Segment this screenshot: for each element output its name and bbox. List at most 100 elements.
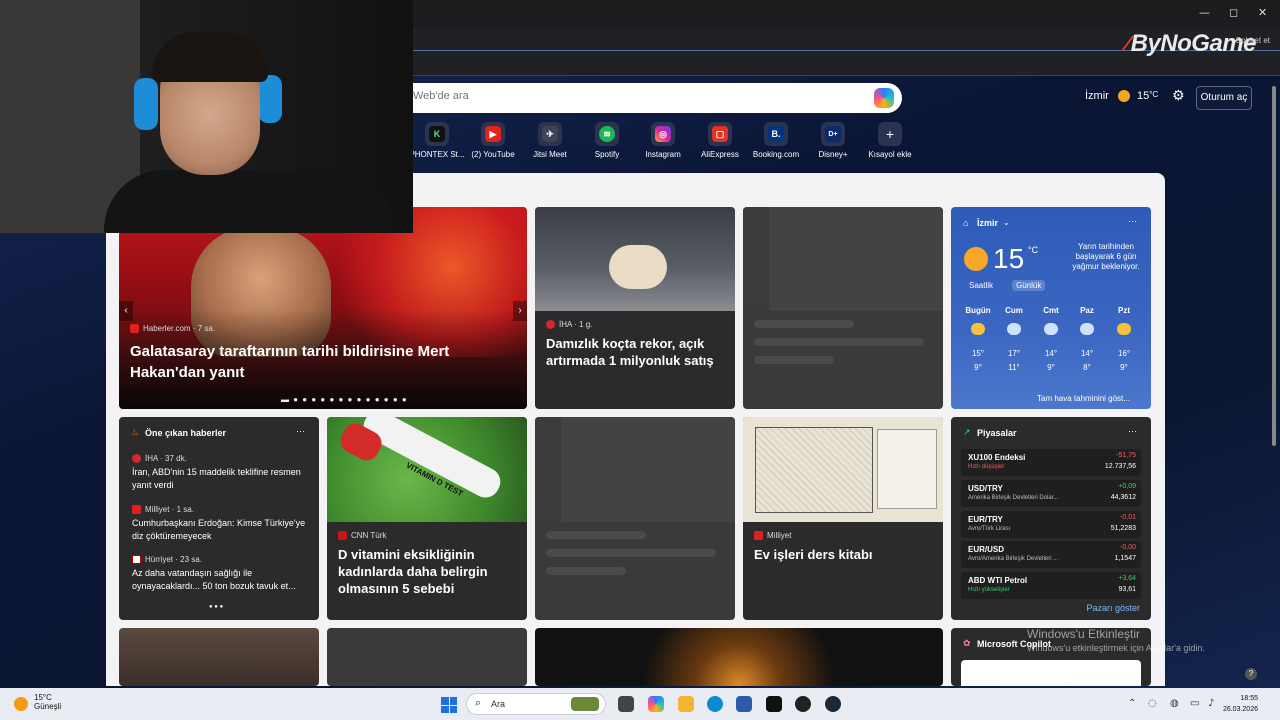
next-arrow-icon[interactable]: ›: [513, 301, 527, 321]
market-row[interactable]: EUR/TRY Avro/Türk Lirası -0,01 51,2283: [961, 511, 1141, 538]
pagination-dots[interactable]: ● ● ●: [209, 604, 223, 610]
home-icon: ⌂: [963, 218, 969, 228]
hero-news-card[interactable]: ‹ › Haberler.com · 7 sa. Galatasaray tar…: [119, 207, 527, 409]
instagram-icon: ◎: [655, 126, 671, 142]
book-headline[interactable]: Ev işleri ders kitabı: [754, 546, 934, 563]
sheep-figure: [609, 245, 667, 289]
shortcut-phontex[interactable]: K PHONTEX St...: [408, 120, 466, 159]
settings-gear-icon[interactable]: ⚙: [1172, 88, 1185, 104]
weather-card[interactable]: ⌂ İzmir ⌄ ··· 15 °C Yarın tarihinden baş…: [951, 207, 1151, 409]
search-icon: ⌕: [475, 697, 482, 709]
vitamin-source: CNN Türk: [338, 531, 386, 541]
network-icon[interactable]: ◌: [1148, 698, 1157, 709]
weather-city[interactable]: İzmir: [977, 218, 998, 228]
activation-watermark-sub: Windows'u etkinleştirmek için Ayarlar'a …: [1027, 643, 1205, 653]
prev-arrow-icon[interactable]: ‹: [119, 301, 133, 321]
taskbar: 15°C Güneşli ⌕ Ara ⌃ ◌ ◍ ▭ ♪ 18:55 26.03.20…: [0, 688, 1280, 720]
bynogame-mark-icon: ⁄: [1125, 31, 1129, 56]
header-weather[interactable]: İzmir 15°C: [1085, 90, 1158, 103]
close-button[interactable]: ✕: [1258, 6, 1267, 19]
shortcut-disney[interactable]: D+ Disney+: [804, 120, 862, 159]
market-row[interactable]: ABD WTI Petrol Hızlı yükselişler +3,64 93,6…: [961, 572, 1141, 599]
shortcut-booking[interactable]: B. Booking.com: [747, 120, 805, 159]
carousel-dots[interactable]: ▬ ● ● ● ● ● ● ● ● ● ● ● ● ●: [281, 395, 408, 404]
more-options-icon[interactable]: ···: [1128, 426, 1137, 436]
loading-card: [535, 417, 735, 620]
forecast-day[interactable]: Paz 14° 8°: [1069, 306, 1105, 377]
story-item[interactable]: Hürriyet · 23 sa. Az daha vatandaşın sağ…: [132, 555, 312, 593]
phontex-icon: K: [429, 126, 445, 142]
windows-start-icon[interactable]: [441, 697, 457, 713]
forecast-day[interactable]: Bugün 15° 9°: [960, 306, 996, 377]
tab-daily[interactable]: Günlük: [1012, 280, 1046, 291]
chat-label[interactable]: Sohbet et: [1236, 36, 1270, 45]
top-stories-card: ♨ Öne çıkan haberler ··· İHA · 37 dk. İr…: [119, 417, 319, 620]
web-search-box[interactable]: [395, 83, 902, 113]
story-item[interactable]: İHA · 37 dk. İran, ABD'nin 15 maddelik t…: [132, 454, 312, 492]
taskbar-search[interactable]: ⌕ Ara: [466, 693, 606, 715]
sheep-news-card[interactable]: İHA · 1 g. Damızlık koçta rekor, açık ar…: [535, 207, 735, 409]
forecast-day[interactable]: Cum 17° 11°: [996, 306, 1032, 377]
mic-icon[interactable]: ◍: [1170, 698, 1179, 709]
market-row[interactable]: XU100 Endeksi Hızlı düşüşler -51,75 12.737,…: [961, 449, 1141, 476]
maximize-button[interactable]: ◻: [1229, 6, 1238, 19]
more-options-icon[interactable]: ···: [1128, 216, 1137, 226]
market-row[interactable]: EUR/USD Avro/Amerika Birleşik Devletleri …: [961, 541, 1141, 568]
chevron-up-icon[interactable]: ⌃: [1128, 698, 1136, 709]
signin-button[interactable]: Oturum aç: [1196, 86, 1252, 110]
store-icon[interactable]: [736, 696, 752, 712]
jitsi-icon: ✈: [542, 126, 558, 142]
minimize-button[interactable]: —: [1199, 6, 1210, 19]
scrollbar[interactable]: [1270, 76, 1278, 688]
header-temp: 15: [1136, 90, 1150, 102]
add-shortcut-button[interactable]: + Kısayol ekle: [861, 120, 919, 159]
partly-cloudy-icon: [1117, 323, 1131, 335]
full-forecast-link[interactable]: Tam hava tahminini göst...: [1037, 394, 1130, 403]
tiktok-icon[interactable]: [766, 696, 782, 712]
add-shortcut-icon: +: [885, 126, 895, 142]
news-card-rocks[interactable]: [119, 628, 319, 686]
vitamin-headline[interactable]: D vitamini eksikliğinin kadınlarda daha …: [338, 546, 518, 597]
sheep-headline[interactable]: Damızlık koçta rekor, açık artırmada 1 m…: [546, 335, 726, 369]
weather-sun-icon[interactable]: [14, 697, 28, 711]
help-icon[interactable]: ?: [1245, 668, 1257, 680]
shortcut-spotify[interactable]: ≋ Spotify: [578, 120, 636, 159]
cnnturk-logo-icon: [338, 531, 347, 541]
market-row[interactable]: USD/TRY Amerika Birleşik Devletleri Dolar…: [961, 480, 1141, 507]
activation-watermark: Windows'u Etkinleştir: [1027, 627, 1140, 641]
news-card-video[interactable]: [535, 628, 943, 686]
forecast-day[interactable]: Cmt 14° 9°: [1033, 306, 1069, 377]
copilot-taskbar-icon[interactable]: [648, 696, 664, 712]
volume-icon[interactable]: ♪: [1208, 698, 1214, 709]
weather-forecast-note[interactable]: Yarın tarihinden başlayarak 6 gün yağmur…: [1063, 242, 1149, 272]
edge-icon[interactable]: [707, 696, 723, 712]
clock[interactable]: 18:55 26.03.2026: [1223, 693, 1258, 715]
chevron-down-icon[interactable]: ⌄: [1003, 218, 1010, 227]
shortcut-aliexpress[interactable]: ▢ AliExpress: [691, 120, 749, 159]
file-explorer-icon[interactable]: [678, 696, 694, 712]
top-stories-title: Öne çıkan haberler: [145, 428, 227, 438]
story-item[interactable]: Milliyet · 1 sa. Cumhurbaşkanı Erdoğan: …: [132, 505, 312, 543]
show-markets-link[interactable]: Pazarı göster: [1086, 603, 1140, 613]
task-view-icon[interactable]: [618, 696, 634, 712]
shortcut-instagram[interactable]: ◎ Instagram: [634, 120, 692, 159]
tab-hourly[interactable]: Saatlik: [965, 280, 997, 291]
search-input[interactable]: [413, 90, 853, 102]
steam-icon[interactable]: [825, 696, 841, 712]
vitamin-news-card[interactable]: VITAMIN D TEST CNN Türk D vitamini eksik…: [327, 417, 527, 620]
copilot-icon[interactable]: [874, 88, 894, 108]
book-news-card[interactable]: Milliyet Ev işleri ders kitabı: [743, 417, 943, 620]
more-options-icon[interactable]: ···: [296, 426, 305, 436]
aliexpress-icon: ▢: [712, 126, 728, 142]
forecast-day[interactable]: Pzt 16° 9°: [1106, 306, 1142, 377]
obs-icon[interactable]: [795, 696, 811, 712]
taskbar-weather[interactable]: 15°C Güneşli: [34, 693, 61, 711]
copilot-box[interactable]: [961, 660, 1141, 686]
shortcut-youtube[interactable]: ▶ (2) YouTube: [464, 120, 522, 159]
partly-cloudy-icon: [971, 323, 985, 335]
milliyet-logo-icon: [132, 505, 141, 515]
display-icon[interactable]: ▭: [1190, 698, 1199, 709]
hero-headline[interactable]: Galatasaray taraftarının tarihi bildiris…: [130, 341, 510, 383]
shortcut-jitsi[interactable]: ✈ Jitsi Meet: [521, 120, 579, 159]
disney-icon: D+: [825, 126, 841, 142]
